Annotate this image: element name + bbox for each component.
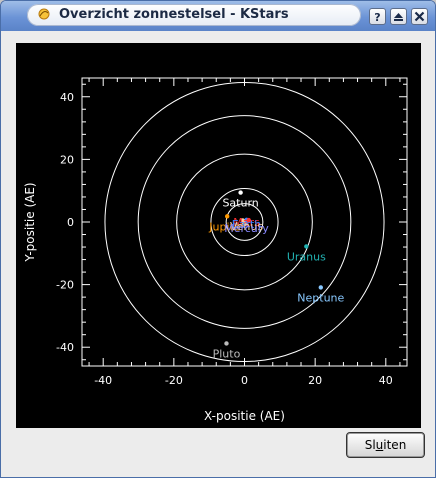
x-tick-label: 20 xyxy=(308,374,322,387)
close-icon xyxy=(414,11,425,22)
y-tick-label: 20 xyxy=(60,153,74,166)
planet-label-saturn: Saturn xyxy=(222,197,258,210)
planet-label-uranus: Uranus xyxy=(287,250,326,263)
planet-marker-pluto xyxy=(224,341,229,346)
close-button[interactable]: Sluiten xyxy=(346,432,425,458)
y-tick-label: 0 xyxy=(67,216,74,229)
y-axis-label: Y-positie (AE) xyxy=(23,182,37,262)
kstars-window: Overzicht zonnestelsel - KStars ? -40 -40… xyxy=(0,0,436,478)
planet-marker-jupiter xyxy=(224,214,230,219)
svg-text:?: ? xyxy=(374,11,380,24)
planet-marker-uranus xyxy=(304,244,309,249)
title-bar[interactable]: Overzicht zonnestelsel - KStars ? xyxy=(1,1,435,31)
y-tick-label: -20 xyxy=(56,279,74,292)
x-tick-label: 0 xyxy=(241,374,248,387)
x-tick-label: 40 xyxy=(379,374,393,387)
close-button-label-suffix: iten xyxy=(383,438,407,452)
x-tick-label: -20 xyxy=(165,374,183,387)
planet-label-neptune: Neptune xyxy=(297,291,344,304)
y-tick-label: -40 xyxy=(56,341,74,354)
close-window-button[interactable] xyxy=(411,8,428,25)
x-tick-label: -40 xyxy=(94,374,112,387)
planet-label-mercury: Mercury xyxy=(224,222,269,235)
y-tick-label: 40 xyxy=(60,91,74,104)
close-button-label-prefix: Sl xyxy=(364,438,376,452)
solar-system-plot[interactable]: -40 -40 -20 -20 0 0 20 20 40 40 Jupiter Saturn Uran… xyxy=(16,43,421,428)
dialog-content: -40 -40 -20 -20 0 0 20 20 40 40 Jupiter Saturn Uran… xyxy=(6,35,430,471)
kstars-app-icon[interactable] xyxy=(37,7,51,21)
planet-label-pluto: Pluto xyxy=(213,347,241,360)
help-button[interactable]: ? xyxy=(369,8,386,25)
help-icon: ? xyxy=(374,11,380,24)
shade-button[interactable] xyxy=(390,8,407,25)
chart-svg: -40-40-20-200020204040 JupiterSaturnUran… xyxy=(23,77,408,423)
shade-icon xyxy=(394,13,403,21)
x-axis-label: X-positie (AE) xyxy=(204,409,285,423)
planet-marker-saturn xyxy=(238,190,243,195)
planet-marker-neptune xyxy=(318,285,324,290)
window-title: Overzicht zonnestelsel - KStars xyxy=(59,7,289,22)
